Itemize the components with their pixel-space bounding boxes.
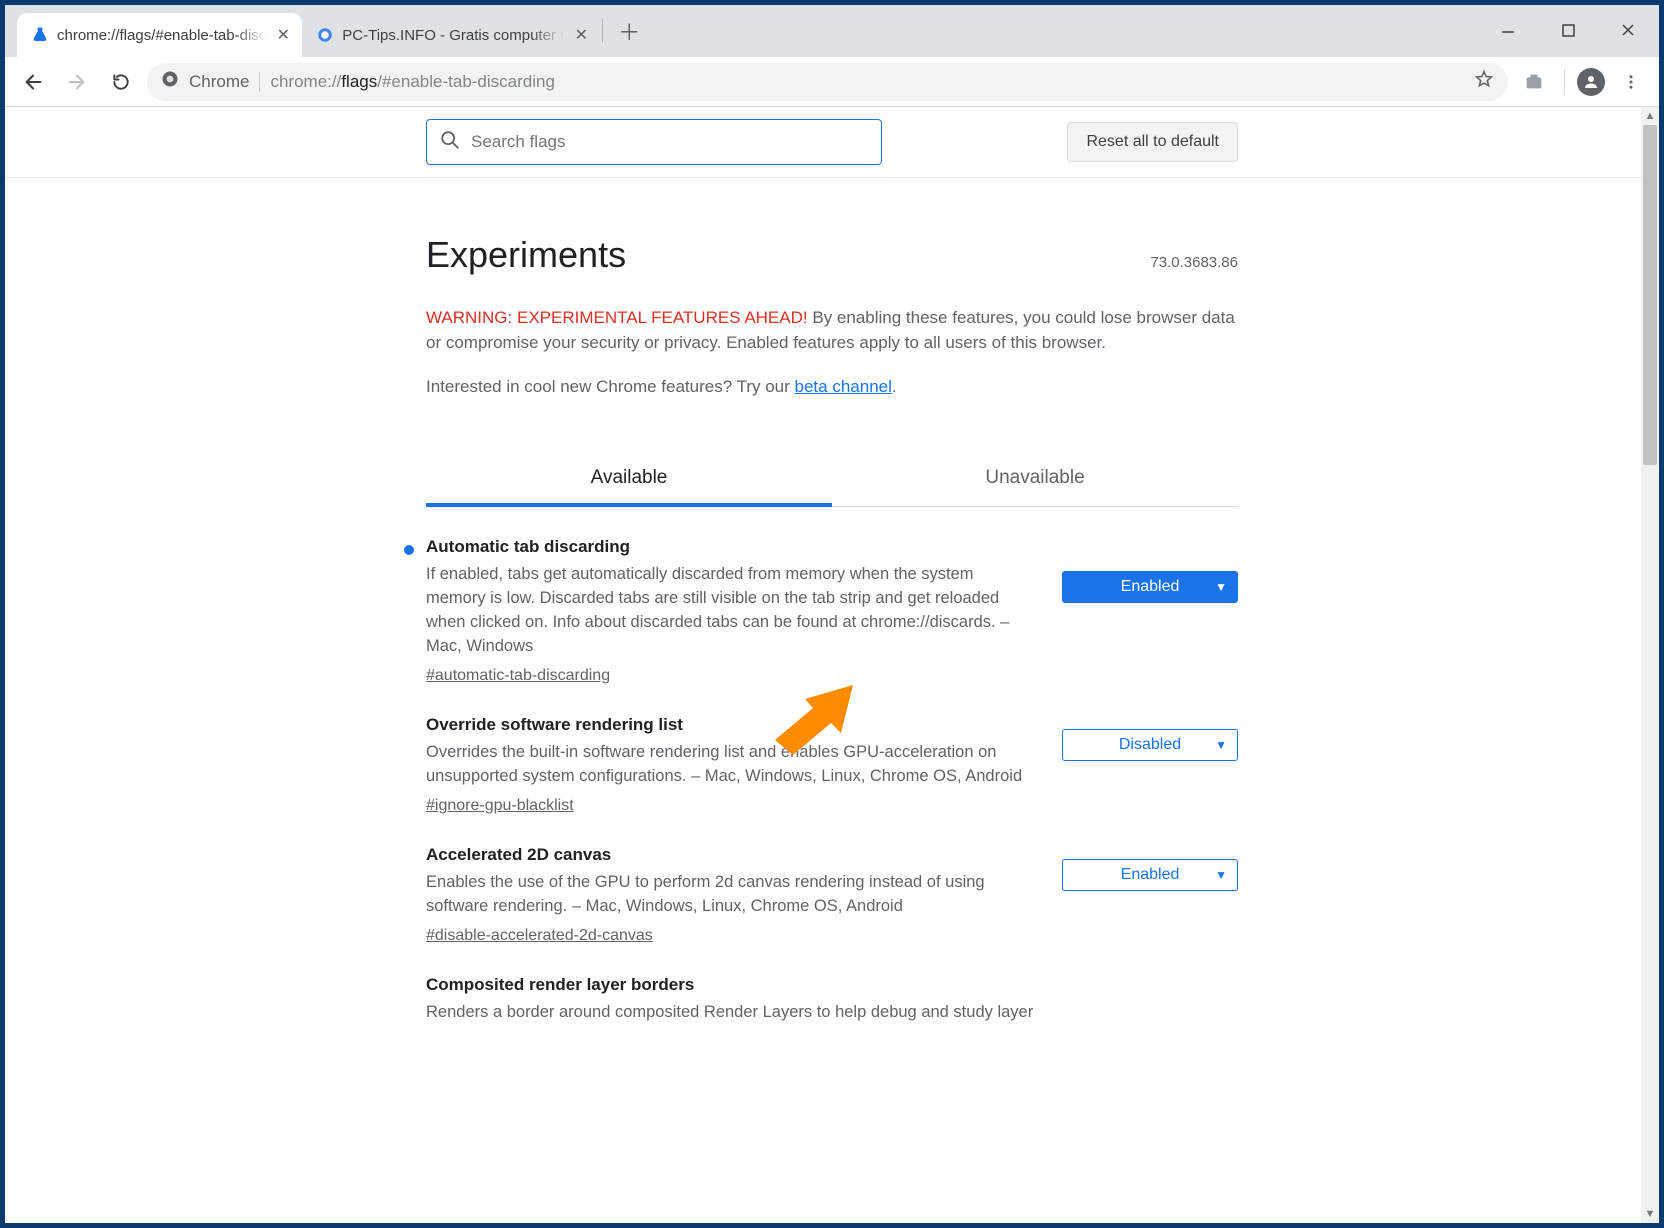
flag-state-dropdown[interactable]: Enabled ▼ <box>1062 571 1238 603</box>
flag-state-dropdown[interactable]: Enabled ▼ <box>1062 859 1238 891</box>
new-tab-button[interactable]: ＋ <box>611 13 647 49</box>
page-title: Experiments <box>426 234 626 276</box>
url-chip: Chrome <box>189 72 260 92</box>
chevron-down-icon: ▼ <box>1215 868 1227 882</box>
close-icon[interactable]: ✕ <box>572 26 590 44</box>
extension-icon[interactable] <box>1516 64 1552 100</box>
reload-button[interactable] <box>103 64 139 100</box>
tab-separator <box>602 19 603 43</box>
minimize-button[interactable] <box>1485 10 1531 50</box>
browser-tab[interactable]: PC-Tips.INFO - Gratis computer t ✕ <box>302 13 600 57</box>
bookmark-star-icon[interactable] <box>1474 69 1494 94</box>
close-icon[interactable]: ✕ <box>274 26 292 44</box>
flag-state-dropdown[interactable]: Disabled ▼ <box>1062 729 1238 761</box>
tab-unavailable[interactable]: Unavailable <box>832 453 1238 506</box>
flag-item: Accelerated 2D canvas Enables the use of… <box>426 815 1238 945</box>
globe-icon <box>316 26 334 44</box>
flag-description: If enabled, tabs get automatically disca… <box>426 563 1034 659</box>
tab-title: PC-Tips.INFO - Gratis computer t <box>342 27 564 44</box>
beta-channel-link[interactable]: beta channel <box>795 377 892 396</box>
close-window-button[interactable] <box>1605 10 1651 50</box>
flags-body: Experiments 73.0.3683.86 WARNING: EXPERI… <box>426 234 1238 1025</box>
url-text: chrome://flags/#enable-tab-discarding <box>270 72 554 92</box>
browser-tab-active[interactable]: chrome://flags/#enable-tab-disc ✕ <box>17 13 302 57</box>
tab-available[interactable]: Available <box>426 453 832 507</box>
flag-anchor-link[interactable]: #automatic-tab-discarding <box>426 667 610 685</box>
flag-title: Automatic tab discarding <box>426 537 1034 557</box>
chrome-icon <box>161 70 179 93</box>
flags-tabs: Available Unavailable <box>426 453 1238 507</box>
scrollbar-thumb[interactable] <box>1643 125 1657 465</box>
window-controls <box>1485 5 1651 55</box>
back-button[interactable] <box>15 64 51 100</box>
tab-title: chrome://flags/#enable-tab-disc <box>57 27 266 44</box>
flag-description: Renders a border around composited Rende… <box>426 1001 1238 1025</box>
reset-all-button[interactable]: Reset all to default <box>1067 122 1238 162</box>
flag-title: Override software rendering list <box>426 715 1034 735</box>
scroll-up-arrow-icon[interactable]: ▲ <box>1641 107 1659 125</box>
warning-label: WARNING: EXPERIMENTAL FEATURES AHEAD! <box>426 308 808 327</box>
flags-header-bar: Reset all to default <box>5 107 1659 178</box>
flag-title: Accelerated 2D canvas <box>426 845 1034 865</box>
flag-anchor-link[interactable]: #disable-accelerated-2d-canvas <box>426 927 653 945</box>
interest-paragraph: Interested in cool new Chrome features? … <box>426 377 1238 397</box>
browser-toolbar: Chrome chrome://flags/#enable-tab-discar… <box>5 57 1659 107</box>
forward-button[interactable] <box>59 64 95 100</box>
maximize-button[interactable] <box>1545 10 1591 50</box>
flag-anchor-link[interactable]: #ignore-gpu-blacklist <box>426 797 574 815</box>
search-flags-box[interactable] <box>426 119 882 165</box>
profile-avatar[interactable] <box>1577 68 1605 96</box>
menu-icon[interactable] <box>1613 64 1649 100</box>
browser-tab-strip: chrome://flags/#enable-tab-disc ✕ PC-Tip… <box>5 5 1659 57</box>
warning-paragraph: WARNING: EXPERIMENTAL FEATURES AHEAD! By… <box>426 306 1238 355</box>
flag-description: Enables the use of the GPU to perform 2d… <box>426 871 1034 919</box>
address-bar[interactable]: Chrome chrome://flags/#enable-tab-discar… <box>147 63 1508 101</box>
flag-title: Composited render layer borders <box>426 975 1238 995</box>
version-text: 73.0.3683.86 <box>1150 254 1238 271</box>
flag-description: Overrides the built-in software renderin… <box>426 741 1034 789</box>
flag-item: Composited render layer borders Renders … <box>426 945 1238 1025</box>
page-content: Reset all to default Experiments 73.0.36… <box>5 107 1659 1223</box>
toolbar-divider <box>1564 69 1565 95</box>
search-input[interactable] <box>471 132 869 152</box>
scroll-down-arrow-icon[interactable]: ▼ <box>1641 1205 1659 1223</box>
chevron-down-icon: ▼ <box>1215 580 1227 594</box>
flask-icon <box>31 26 49 44</box>
flag-item: Automatic tab discarding If enabled, tab… <box>426 507 1238 685</box>
flag-item: Override software rendering list Overrid… <box>426 685 1238 815</box>
vertical-scrollbar[interactable]: ▲ ▼ <box>1641 107 1659 1223</box>
chevron-down-icon: ▼ <box>1215 738 1227 752</box>
modified-dot-icon <box>404 545 414 555</box>
search-icon <box>439 129 461 156</box>
